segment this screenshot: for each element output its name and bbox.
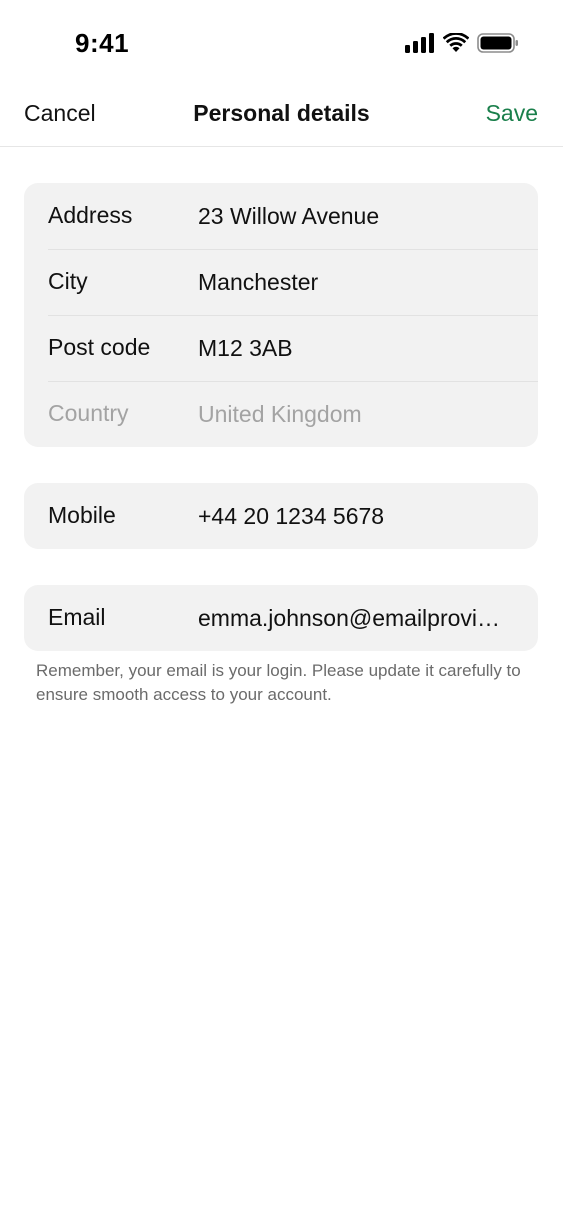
address-label: Address <box>48 202 133 228</box>
save-button[interactable]: Save <box>486 100 538 127</box>
country-label: Country <box>48 400 129 426</box>
mobile-row[interactable]: Mobile +44 20 1234 5678 <box>24 483 538 549</box>
address-card: Address 23 Willow Avenue City Manchester… <box>24 183 538 447</box>
email-label: Email <box>48 604 106 630</box>
email-card: Email emma.johnson@emailprovider.com <box>24 585 538 651</box>
email-helper-text: Remember, your email is your login. Plea… <box>36 661 521 704</box>
wifi-icon <box>443 33 469 52</box>
mobile-label: Mobile <box>48 502 116 528</box>
country-row: Country United Kingdom <box>24 381 538 447</box>
status-icons <box>405 33 519 53</box>
page-title: Personal details <box>193 100 370 126</box>
cellular-signal-icon <box>405 33 434 53</box>
city-field[interactable]: Manchester <box>198 269 508 296</box>
email-row[interactable]: Email emma.johnson@emailprovider.com <box>24 585 538 651</box>
mobile-field[interactable]: +44 20 1234 5678 <box>198 503 508 530</box>
address-field[interactable]: 23 Willow Avenue <box>198 203 508 230</box>
country-field: United Kingdom <box>198 401 362 427</box>
nav-bar: Cancel Personal details Save <box>0 88 563 147</box>
email-field[interactable]: emma.johnson@emailprovider.com <box>198 605 508 632</box>
city-label: City <box>48 268 88 294</box>
address-row[interactable]: Address 23 Willow Avenue <box>24 183 538 249</box>
battery-icon <box>477 33 518 53</box>
post-code-label: Post code <box>48 334 151 360</box>
status-time: 9:41 <box>75 28 130 58</box>
mobile-card: Mobile +44 20 1234 5678 <box>24 483 538 549</box>
city-row[interactable]: City Manchester <box>24 249 538 315</box>
status-bar: 9:41 <box>0 0 563 88</box>
post-code-row[interactable]: Post code M12 3AB <box>24 315 538 381</box>
post-code-field[interactable]: M12 3AB <box>198 335 508 362</box>
